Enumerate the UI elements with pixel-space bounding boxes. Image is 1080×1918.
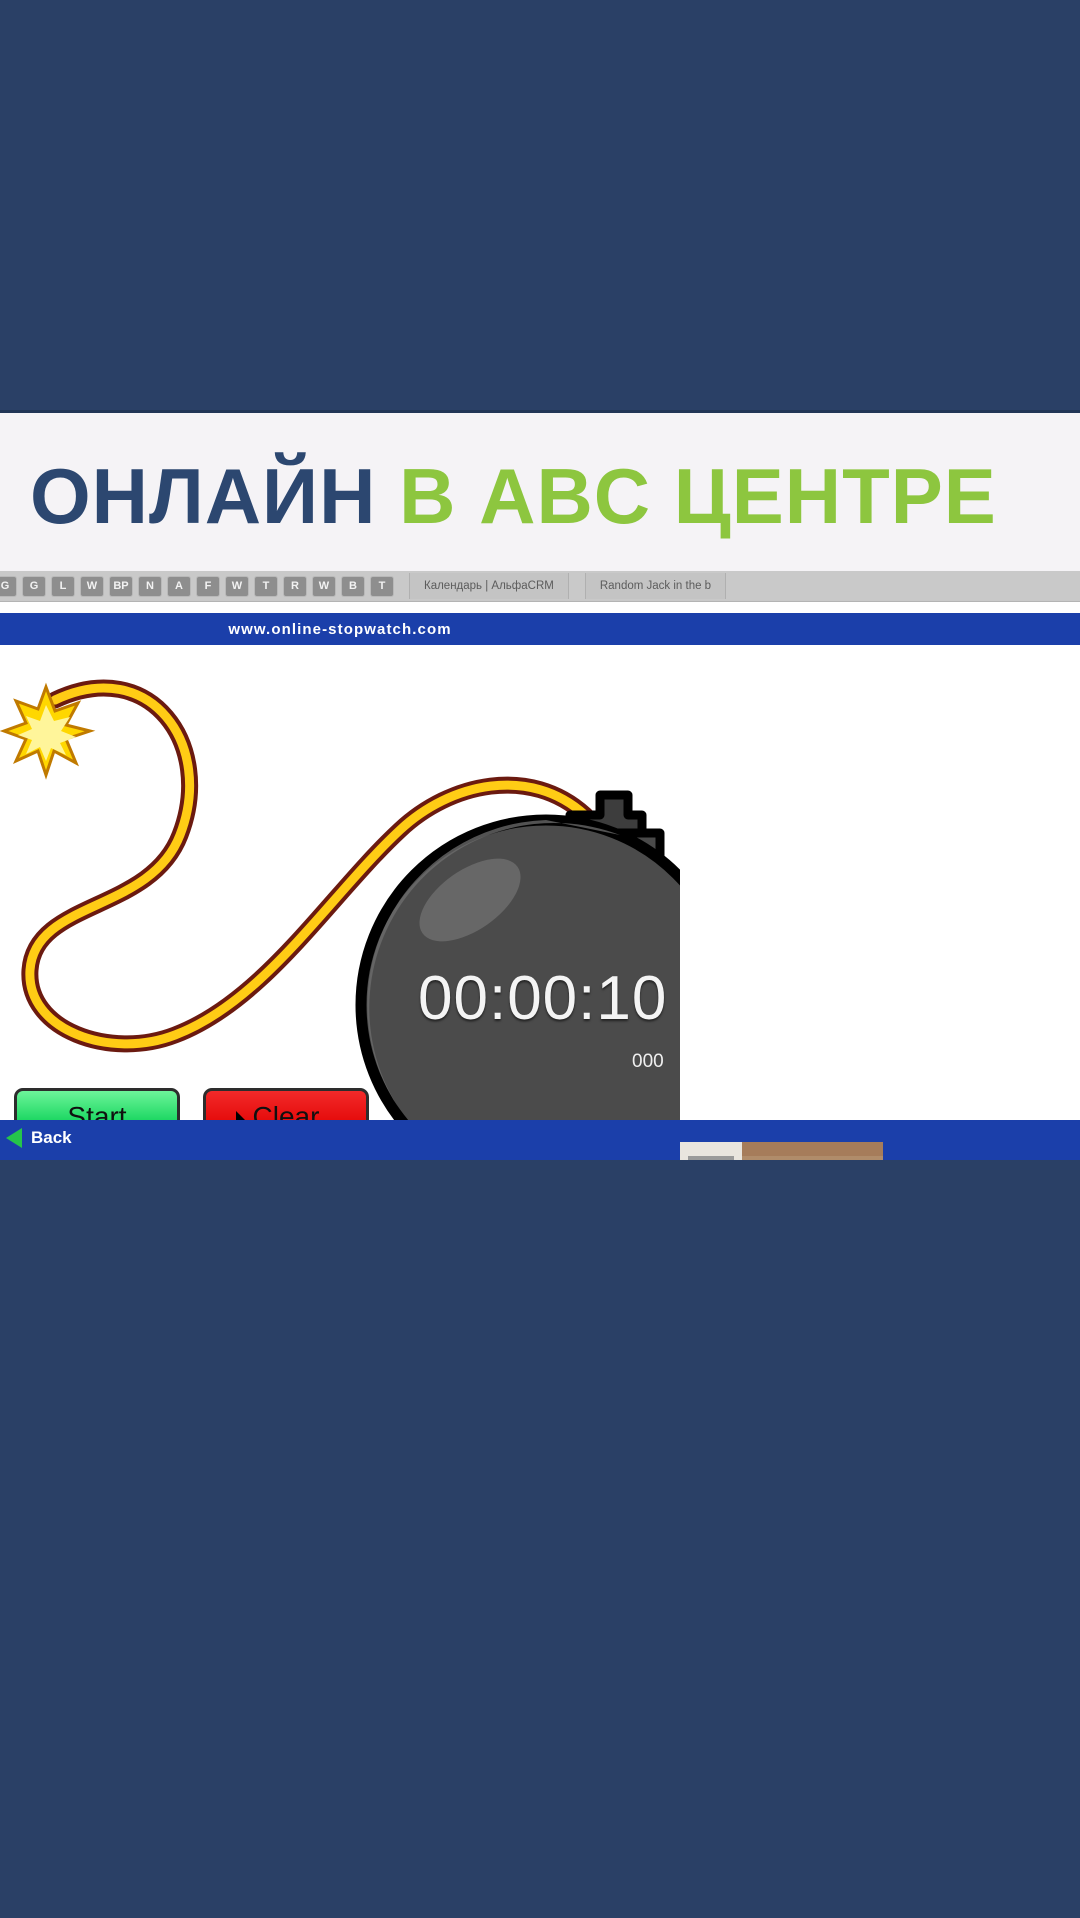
tab-favicon[interactable]: T [371,576,393,596]
back-arrow-icon [6,1128,22,1148]
bomb-illustration [0,679,680,1120]
tab-favicon[interactable]: B [342,576,364,596]
tab-favicon[interactable]: F [197,576,219,596]
browser-tab-alfacrm[interactable]: Календарь | АльфаCRM [409,573,569,599]
tab-favicon[interactable]: L [52,576,74,596]
page-title: ОНЛАЙН В ABC ЦЕНТРЕ [30,451,997,542]
tab-favicon[interactable]: T [255,576,277,596]
video-participants-panel [680,1142,883,1160]
tab-favicon[interactable]: A [168,576,190,596]
tab-favicon[interactable]: G [23,576,45,596]
tab-favicon[interactable]: W [313,576,335,596]
page-title-green: В ABC ЦЕНТРЕ [399,452,997,540]
browser-screenshot: G G L W BP N A F W T R W B T Календарь |… [0,571,1080,1160]
stopwatch-timer-value: 00:00:10 [418,964,668,1033]
back-button[interactable]: Back [6,1128,72,1148]
tab-favicon[interactable]: N [139,576,161,596]
stopwatch-header-bar: www.online-stopwatch.com [0,613,1080,645]
stopwatch-footer-bar: Back [0,1120,1080,1160]
stopwatch-timer-milliseconds: 000 [632,1051,664,1072]
stopwatch-canvas: 00:00:10 000 Start Clear [0,645,680,1146]
title-band: ОНЛАЙН В ABC ЦЕНТРЕ [0,410,1080,571]
tab-favicon[interactable]: BP [110,576,132,596]
tab-favicon[interactable]: W [226,576,248,596]
tab-favicon[interactable]: R [284,576,306,596]
stopwatch-site-url: www.online-stopwatch.com [228,620,452,638]
browser-tab-random-jack[interactable]: Random Jack in the b [584,573,727,599]
page-title-dark: ОНЛАЙН [30,452,377,540]
tab-favicon[interactable]: W [81,576,103,596]
back-button-label: Back [31,1128,72,1147]
browser-tab-bar[interactable]: G G L W BP N A F W T R W B T Календарь |… [0,571,1080,602]
video-tile-participant-1[interactable] [680,1142,883,1160]
tab-favicon[interactable]: G [0,576,16,596]
screen-root: ОНЛАЙН В ABC ЦЕНТРЕ G G L W BP N A F W T… [0,0,1080,1918]
